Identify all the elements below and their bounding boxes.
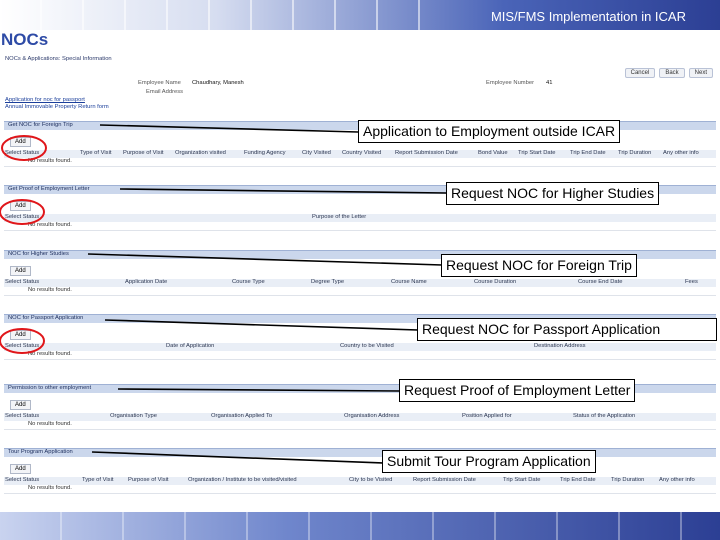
no-results: No results found. bbox=[4, 158, 716, 167]
col-header: Select Status bbox=[5, 413, 40, 419]
col-header: Course Name bbox=[391, 279, 427, 285]
add-button[interactable]: Add bbox=[10, 400, 31, 410]
col-header: Purpose of the Letter bbox=[312, 214, 367, 220]
col-header: Purpose of Visit bbox=[123, 150, 164, 156]
col-header: Status of the Application bbox=[573, 413, 636, 419]
col-header: Organisation Applied To bbox=[211, 413, 273, 419]
callout-tour-program: Submit Tour Program Application bbox=[382, 450, 596, 473]
no-results: No results found. bbox=[4, 421, 716, 430]
bottom-banner bbox=[0, 512, 720, 540]
page-title: NOCs bbox=[1, 30, 49, 49]
no-results: No results found. bbox=[4, 351, 716, 360]
banner-title: MIS/FMS Implementation in ICAR bbox=[490, 9, 686, 24]
employee-name-value: Chaudhary, Manesh bbox=[192, 80, 244, 86]
col-header: Any other info bbox=[659, 477, 695, 483]
col-header: Select Status bbox=[5, 214, 40, 220]
column-headers: Select Status Type of Visit Purpose of V… bbox=[4, 150, 716, 158]
employee-number-label: Employee Number bbox=[486, 80, 535, 86]
col-header: Organisation Address bbox=[344, 413, 400, 419]
links: Application for noc for passport Annual … bbox=[5, 97, 109, 111]
callout-proof-employment: Request Proof of Employment Letter bbox=[399, 379, 636, 402]
col-header: Select Status bbox=[5, 279, 40, 285]
employee-number-value: 41 bbox=[546, 80, 553, 86]
col-header: Report Submission Date bbox=[413, 477, 476, 483]
no-results: No results found. bbox=[4, 222, 716, 231]
col-header: Type of Visit bbox=[80, 150, 112, 156]
callout-higher-studies: Request NOC for Higher Studies bbox=[446, 182, 660, 205]
callout-employment-outside: Application to Employment outside ICAR bbox=[358, 120, 621, 143]
back-button[interactable]: Back bbox=[659, 68, 685, 78]
link-passport-noc[interactable]: Application for noc for passport bbox=[5, 97, 109, 104]
col-header: Position Applied for bbox=[462, 413, 512, 419]
link-property-return[interactable]: Annual Immovable Property Return form bbox=[5, 104, 109, 111]
col-header: Course Duration bbox=[474, 279, 517, 285]
col-header: Destination Address bbox=[534, 343, 586, 349]
col-header: Trip Duration bbox=[611, 477, 645, 483]
callout-foreign-trip: Request NOC for Foreign Trip bbox=[441, 254, 637, 277]
col-header: Any other info bbox=[663, 150, 699, 156]
cancel-button[interactable]: Cancel bbox=[624, 68, 656, 78]
col-header: Date of Application bbox=[166, 343, 215, 349]
col-header: Select Status bbox=[5, 343, 40, 349]
col-header: Type of Visit bbox=[82, 477, 114, 483]
add-button[interactable]: Add bbox=[10, 464, 31, 474]
col-header: Report Submission Date bbox=[395, 150, 458, 156]
section-title: Tour Program Application bbox=[4, 448, 716, 457]
col-header: Organization visited bbox=[175, 150, 226, 156]
col-header: Organisation Type bbox=[110, 413, 157, 419]
email-label: Email Address bbox=[146, 89, 184, 95]
col-header: Trip Start Date bbox=[503, 477, 541, 483]
section-tour-program: Tour Program Application Add Select Stat… bbox=[4, 448, 716, 494]
col-header: Purpose of Visit bbox=[128, 477, 169, 483]
next-button[interactable]: Next bbox=[688, 68, 713, 78]
add-button[interactable]: Add bbox=[10, 137, 31, 147]
col-header: Select Status bbox=[5, 477, 40, 483]
no-results: No results found. bbox=[4, 485, 716, 494]
col-header: Trip End Date bbox=[560, 477, 596, 483]
col-header: Organization / Institute to be visited/v… bbox=[188, 477, 297, 483]
col-header: Bond Value bbox=[478, 150, 508, 156]
col-header: Course Type bbox=[232, 279, 265, 285]
col-header: Fees bbox=[685, 279, 698, 285]
col-header: Country Visited bbox=[342, 150, 382, 156]
col-header: Application Date bbox=[125, 279, 168, 285]
col-header: Trip Duration bbox=[618, 150, 652, 156]
column-headers: Select Status Type of Visit Purpose of V… bbox=[4, 477, 716, 485]
col-header: Degree Type bbox=[311, 279, 345, 285]
col-header: City Visited bbox=[302, 150, 331, 156]
add-button[interactable]: Add bbox=[10, 330, 31, 340]
col-header: Trip Start Date bbox=[518, 150, 556, 156]
col-header: Country to be Visited bbox=[340, 343, 394, 349]
callout-passport: Request NOC for Passport Application bbox=[417, 318, 717, 341]
col-header: Trip End Date bbox=[570, 150, 606, 156]
no-results: No results found. bbox=[4, 287, 716, 296]
col-header: Course End Date bbox=[578, 279, 623, 285]
app-subtitle: NOCs & Applications: Special Information bbox=[5, 56, 112, 62]
employee-name-label: Employee Name bbox=[138, 80, 181, 86]
add-button[interactable]: Add bbox=[10, 266, 31, 276]
add-button[interactable]: Add bbox=[10, 201, 31, 211]
column-headers: Select Status Date of Application Countr… bbox=[4, 343, 716, 351]
nav-buttons: Cancel Back Next bbox=[624, 68, 713, 78]
column-headers: Select Status Organisation Type Organisa… bbox=[4, 413, 716, 421]
col-header: Select Status bbox=[5, 150, 40, 156]
col-header: Funding Agency bbox=[244, 150, 286, 156]
column-headers: Select Status Application Date Course Ty… bbox=[4, 279, 716, 287]
column-headers: Select Status Purpose of the Letter bbox=[4, 214, 716, 222]
col-header: City to be Visited bbox=[349, 477, 393, 483]
